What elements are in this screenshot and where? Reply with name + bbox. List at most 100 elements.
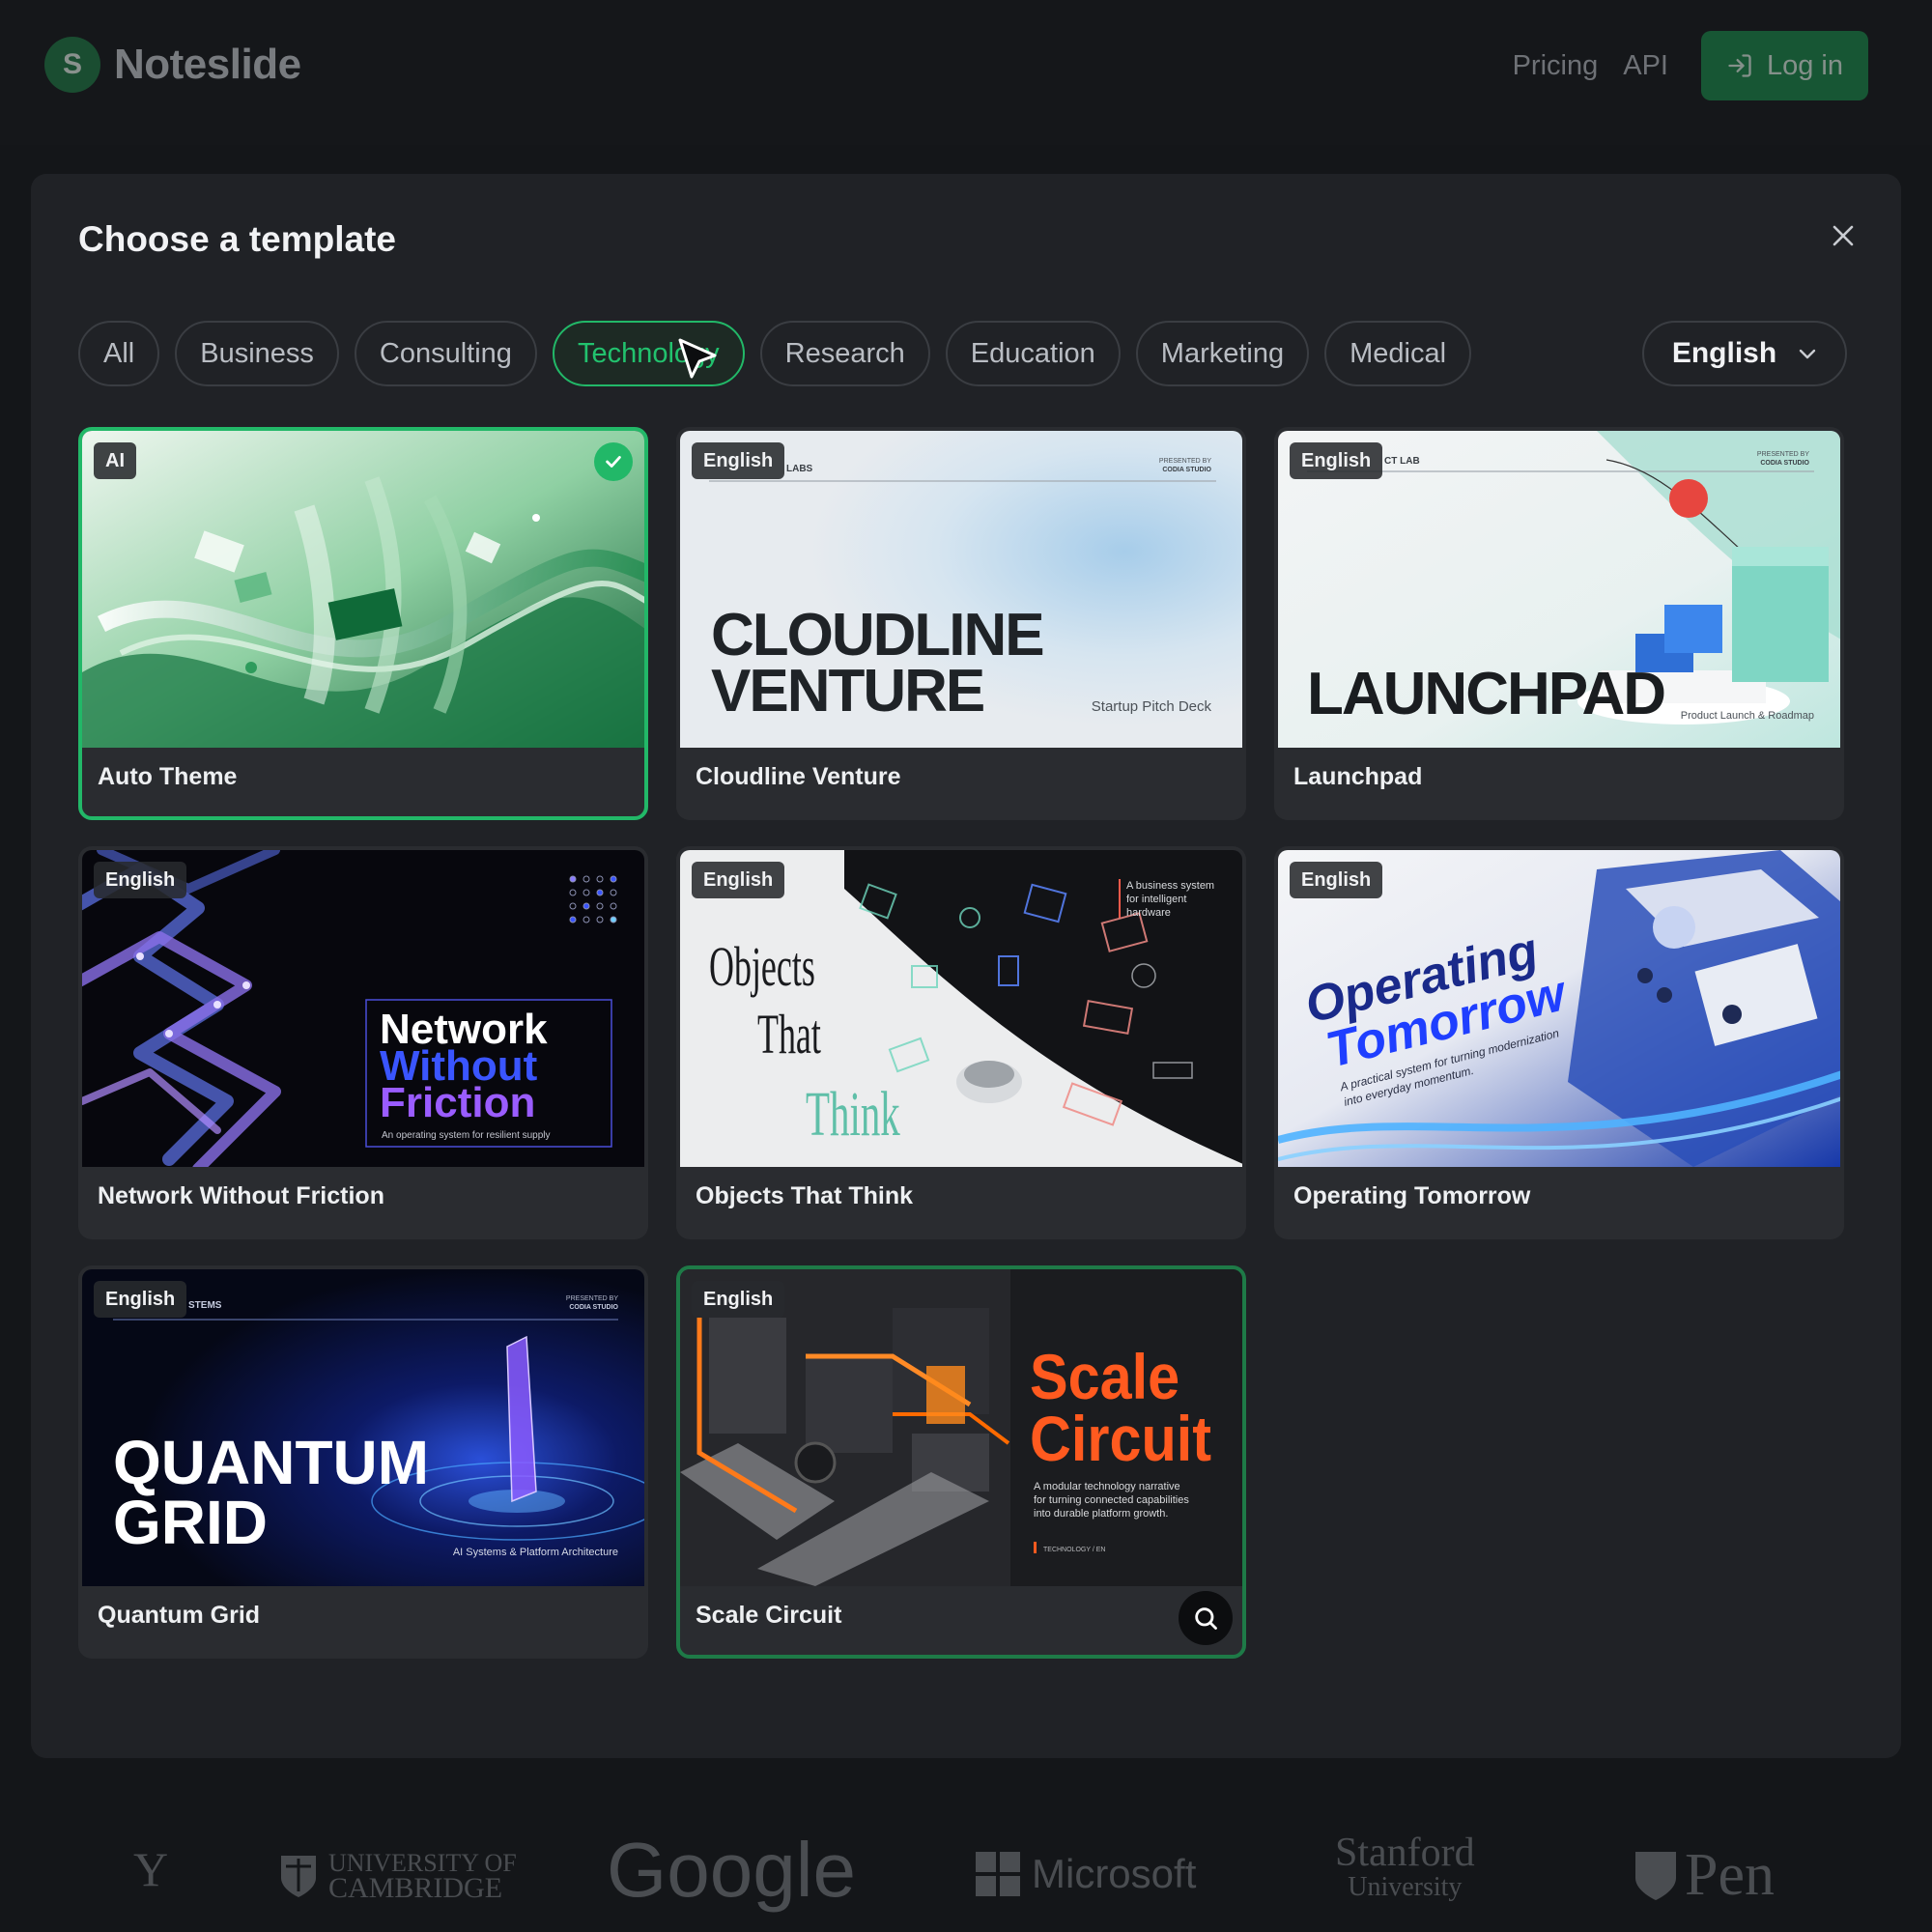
- language-value: English: [1671, 337, 1777, 369]
- filter-research[interactable]: Research: [759, 321, 930, 386]
- nav-link-api[interactable]: API: [1623, 50, 1668, 82]
- cambridge-line2: CAMBRIDGE: [328, 1872, 503, 1904]
- preview-button[interactable]: [1179, 1591, 1233, 1645]
- filter-marketing[interactable]: Marketing: [1135, 321, 1310, 386]
- template-badge: English: [692, 1281, 785, 1318]
- thumb-title-line3: Friction: [380, 1079, 535, 1126]
- login-button[interactable]: Log in: [1700, 31, 1868, 100]
- decor-dot: [610, 875, 617, 883]
- template-card-objects-that-think[interactable]: A business system for intelligent hardwa…: [676, 846, 1246, 1239]
- template-name: Operating Tomorrow: [1293, 1182, 1531, 1209]
- template-badge: English: [1290, 442, 1383, 479]
- template-card-network-without-friction[interactable]: Network Without Friction An operating sy…: [78, 846, 648, 1239]
- template-badge: English: [692, 442, 785, 479]
- close-button[interactable]: [1824, 216, 1862, 255]
- partner-logos: Y UNIVERSITY OF CAMBRIDGE Google Microso…: [0, 1806, 1932, 1932]
- thumb-subtitle: AI Systems & Platform Architecture: [453, 1547, 618, 1558]
- thumb-subtitle3: into durable platform growth.: [1034, 1508, 1168, 1520]
- template-card-auto-theme[interactable]: AI Auto Theme: [78, 427, 648, 820]
- logo-penn: Pen: [1633, 1841, 1787, 1910]
- close-icon: [1833, 225, 1854, 246]
- thumb-title-line1: Scale: [1030, 1342, 1179, 1413]
- microsoft-text: Microsoft: [1032, 1851, 1197, 1896]
- filter-education[interactable]: Education: [945, 321, 1121, 386]
- thumb-presenter2: CODIA STUDIO: [569, 1304, 618, 1311]
- thumb-title-line2: GRID: [113, 1488, 268, 1557]
- thumb-brand: LABS: [786, 464, 813, 474]
- filter-business[interactable]: Business: [175, 321, 339, 386]
- thumb-presenter2: CODIA STUDIO: [1162, 467, 1211, 473]
- thumb-side3: hardware: [1126, 907, 1171, 919]
- penn-shield-icon: [1635, 1851, 1676, 1900]
- chevron-down-icon: [1799, 349, 1816, 359]
- modal-title: Choose a template: [78, 219, 396, 259]
- language-select[interactable]: English: [1642, 321, 1847, 386]
- thumb-presenter1: PRESENTED BY: [566, 1295, 618, 1302]
- filter-medical[interactable]: Medical: [1324, 321, 1472, 386]
- selected-check-icon: [594, 442, 633, 481]
- category-filters: All Business Consulting Technology Resea…: [78, 321, 1472, 386]
- thumb-brand: STEMS: [188, 1300, 222, 1311]
- template-name: Auto Theme: [98, 763, 238, 790]
- filter-all[interactable]: All: [78, 321, 160, 386]
- stanford-line1: Stanford: [1335, 1831, 1475, 1875]
- decor-dot: [569, 875, 577, 883]
- thumb-subtitle1: A modular technology narrative: [1034, 1481, 1180, 1492]
- mouse-cursor-icon: [678, 338, 717, 379]
- thumb-brand: CT LAB: [1384, 456, 1420, 467]
- template-card-cloudline-venture[interactable]: LABS PRESENTED BY CODIA STUDIO CLOUDLINE…: [676, 427, 1246, 820]
- thumb-subtitle: An operating system for resilient supply: [382, 1130, 551, 1141]
- template-card-operating-tomorrow[interactable]: Operating Tomorrow A practical system fo…: [1274, 846, 1844, 1239]
- logo-partial-y: Y: [133, 1842, 169, 1896]
- template-card-quantum-grid[interactable]: STEMS PRESENTED BY CODIA STUDIO QUANTUM …: [78, 1265, 648, 1659]
- template-badge: AI: [94, 442, 136, 479]
- decor-dot: [610, 916, 617, 923]
- thumb-title-line2: VENTURE: [711, 658, 983, 724]
- thumb-word2: That: [757, 1005, 821, 1066]
- brand-logo[interactable]: S Noteslide: [44, 37, 301, 93]
- thumb-subtitle: Startup Pitch Deck: [1092, 698, 1212, 715]
- template-badge: English: [692, 862, 785, 898]
- search-icon: [1195, 1607, 1217, 1630]
- thumb-subtitle: Product Launch & Roadmap: [1681, 710, 1814, 722]
- logo-microsoft: Microsoft: [976, 1851, 1196, 1897]
- thumb-presenter1: PRESENTED BY: [1159, 458, 1211, 465]
- template-card-launchpad[interactable]: CT LAB PRESENTED BY CODIA STUDIO LAUNCHP…: [1274, 427, 1844, 820]
- template-name: Objects That Think: [696, 1182, 914, 1209]
- thumb-title: LAUNCHPAD: [1307, 661, 1664, 727]
- filter-consulting[interactable]: Consulting: [354, 321, 537, 386]
- microsoft-squares-icon: [976, 1852, 1020, 1896]
- brand-name: Noteslide: [114, 41, 301, 88]
- template-name: Cloudline Venture: [696, 763, 901, 790]
- penn-text: Pen: [1685, 1842, 1775, 1908]
- decor-dot: [596, 889, 604, 896]
- thumb-subtitle2: for turning connected capabilities: [1034, 1494, 1189, 1506]
- decor-dot: [569, 916, 577, 923]
- template-name: Quantum Grid: [98, 1602, 261, 1629]
- stanford-line2: University: [1348, 1872, 1463, 1902]
- login-icon: [1728, 54, 1751, 77]
- template-modal: Choose a template All Business Consultin…: [31, 174, 1901, 1758]
- thumb-side1: A business system: [1126, 880, 1214, 892]
- nav-link-pricing[interactable]: Pricing: [1513, 50, 1599, 82]
- logo-cambridge: UNIVERSITY OF CAMBRIDGE: [278, 1851, 517, 1904]
- logo-google: Google: [607, 1827, 856, 1913]
- thumb-title-line2: Circuit: [1030, 1404, 1211, 1475]
- brand-mark-icon: S: [44, 37, 100, 93]
- thumb-tag: TECHNOLOGY / EN: [1043, 1547, 1105, 1553]
- thumb-presenter2: CODIA STUDIO: [1760, 460, 1809, 467]
- thumb-side2: for intelligent: [1126, 894, 1186, 905]
- nav-links: Pricing API Log in: [1513, 31, 1868, 100]
- thumb-word3: Think: [806, 1078, 900, 1149]
- thumb-presenter1: PRESENTED BY: [1757, 451, 1809, 458]
- template-badge: English: [1290, 862, 1383, 898]
- template-name: Network Without Friction: [98, 1182, 384, 1209]
- logo-stanford: Stanford University: [1335, 1831, 1475, 1905]
- template-badge: English: [94, 862, 187, 898]
- cambridge-crest-icon: [281, 1856, 316, 1897]
- template-thumbnail: [82, 431, 644, 748]
- login-label: Log in: [1766, 49, 1843, 81]
- template-badge: English: [94, 1281, 187, 1318]
- template-name: Scale Circuit: [696, 1602, 842, 1629]
- template-card-scale-circuit[interactable]: Scale Circuit A modular technology narra…: [676, 1265, 1246, 1659]
